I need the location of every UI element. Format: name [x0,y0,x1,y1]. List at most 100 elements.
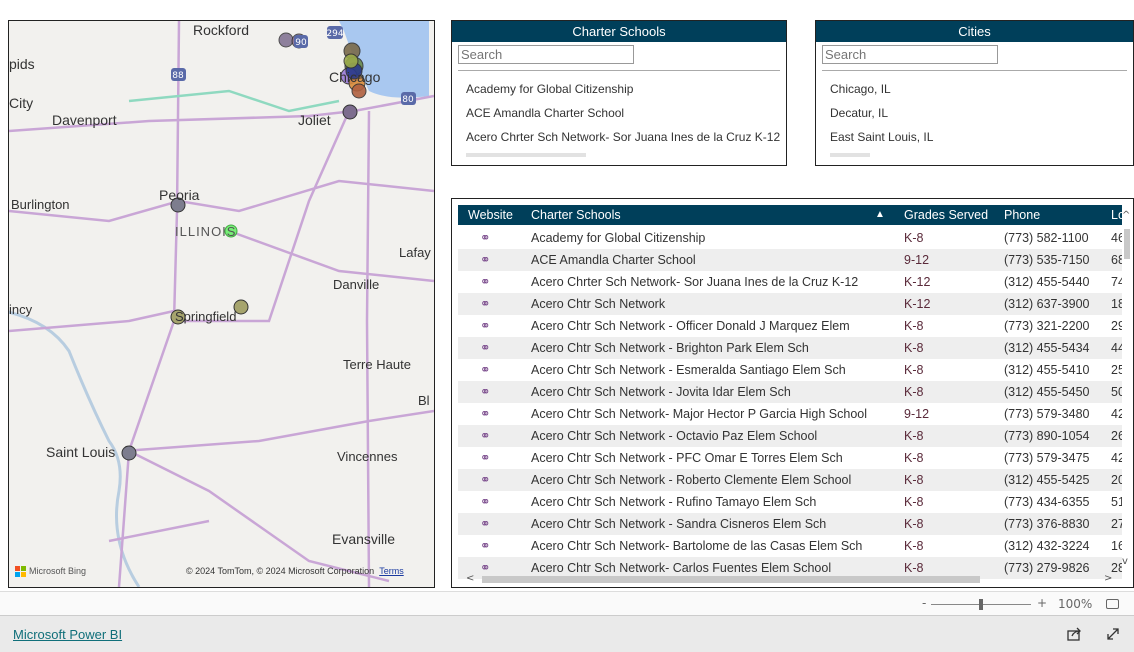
website-link-icon[interactable]: ⚭ [480,227,490,249]
scroll-up-icon[interactable]: ^ [1122,211,1130,221]
cell-location: 26 [1111,429,1122,443]
table-row[interactable]: ⚭ Acero Chtr Sch Network- Major Hector P … [458,403,1122,425]
map-canvas[interactable]: 294 90 88 80 [9,21,434,587]
table-row[interactable]: ⚭ Acero Chtr Sch Network - Sandra Cisnero… [458,513,1122,535]
table-row[interactable]: ⚭ Acero Chtr Sch Network- Bartolome de la… [458,535,1122,557]
fit-to-page-icon[interactable] [1106,599,1119,609]
website-link-icon[interactable]: ⚭ [480,315,490,337]
zoom-in-button[interactable]: + [1037,596,1047,610]
slicer-item[interactable]: Decatur, IL [830,103,933,127]
fullscreen-icon[interactable] [1106,627,1120,641]
cities-slicer: Cities Chicago, IL Decatur, IL East Sain… [815,20,1134,166]
website-link-icon[interactable]: ⚭ [480,249,490,271]
table-row[interactable]: ⚭ Acero Chtr Sch Network - Octavio Paz El… [458,425,1122,447]
slicer-item[interactable]: ACE Amandla Charter School [466,103,780,127]
copyright-text: © 2024 TomTom, © 2024 Microsoft Corporat… [186,566,375,576]
map-label-evansville: Evansville [332,531,396,547]
shield-88: 88 [172,71,184,81]
scroll-down-icon[interactable]: v [1122,557,1128,567]
footer-bar: Microsoft Power BI [0,616,1134,652]
website-link-icon[interactable]: ⚭ [480,425,490,447]
cell-grades: K-8 [904,539,924,553]
zoom-slider-thumb[interactable] [979,599,983,610]
report-page: 294 90 88 80 Rockford pids City Davenpor… [0,0,1134,652]
cell-grades: K-8 [904,495,924,509]
table-row[interactable]: ⚭ Acero Chtr Sch Network - Jovita Idar El… [458,381,1122,403]
website-link-icon[interactable]: ⚭ [480,337,490,359]
bing-label: Microsoft Bing [29,566,87,576]
cell-school: Acero Chtr Sch Network - Sandra Cisneros… [531,517,827,531]
cell-phone: (773) 279-9826 [1004,561,1090,575]
table-row[interactable]: ⚭ Acero Chtr Sch Network - Rufino Tamayo … [458,491,1122,513]
slicer-item-partial[interactable] [466,153,586,157]
map-label-illinois: ILLINOIS [175,224,237,239]
column-header-grades-served[interactable]: Grades Served [904,205,988,225]
table-row[interactable]: ⚭ Acero Chtr Sch Network - Roberto Clemen… [458,469,1122,491]
zoom-out-button[interactable]: - [922,596,926,610]
cell-phone: (312) 455-5410 [1004,363,1090,377]
school-marker[interactable] [121,445,137,461]
cell-school: Acero Chtr Sch Network [531,297,666,311]
table-row[interactable]: ⚭ Acero Chrter Sch Network- Sor Juana Ine… [458,271,1122,293]
table-row[interactable]: ⚭ Acero Chtr Sch Network K-12 (312) 637-390… [458,293,1122,315]
website-link-icon[interactable]: ⚭ [480,381,490,403]
table-row[interactable]: ⚭ Acero Chtr Sch Network - PFC Omar E Tor… [458,447,1122,469]
terms-link[interactable]: Terms [379,566,404,576]
school-marker[interactable] [343,53,359,69]
school-marker[interactable] [342,104,358,120]
table-row[interactable]: ⚭ Academy for Global Citizenship K-8 (773) … [458,227,1122,249]
cell-school: Acero Chtr Sch Network- Bartolome de las… [531,539,863,553]
school-marker[interactable] [351,83,367,99]
website-link-icon[interactable]: ⚭ [480,447,490,469]
website-link-icon[interactable]: ⚭ [480,403,490,425]
slicer-item[interactable]: East Saint Louis, IL [830,127,933,151]
table-row[interactable]: ⚭ ACE Amandla Charter School 9-12 (773) 535… [458,249,1122,271]
website-link-icon[interactable]: ⚭ [480,513,490,535]
cell-location: 68 [1111,253,1122,267]
table-row[interactable]: ⚭ Acero Chtr Sch Network - Brighton Park … [458,337,1122,359]
horizontal-scrollbar[interactable] [482,576,980,583]
cell-phone: (773) 434-6355 [1004,495,1090,509]
cell-grades: K-12 [904,297,931,311]
cell-location: 50 [1111,385,1122,399]
website-link-icon[interactable]: ⚭ [480,469,490,491]
slicer-item[interactable]: Chicago, IL [830,79,933,103]
website-link-icon[interactable]: ⚭ [480,359,490,381]
website-link-icon[interactable]: ⚭ [480,271,490,293]
microsoft-logo-icon [15,565,26,577]
power-bi-link[interactable]: Microsoft Power BI [13,627,122,642]
table-row[interactable]: ⚭ Acero Chtr Sch Network - Officer Donald… [458,315,1122,337]
map-label-lafayette: Lafay [399,245,431,260]
website-link-icon[interactable]: ⚭ [480,491,490,513]
slicer-item-partial[interactable] [830,153,870,157]
column-header-website[interactable]: Website [468,205,513,225]
slicer-item[interactable]: Academy for Global Citizenship [466,79,780,103]
map-label-burlington: Burlington [11,197,70,212]
cell-phone: (312) 455-5450 [1004,385,1090,399]
table-row[interactable]: ⚭ Acero Chtr Sch Network - Esmeralda Sant… [458,359,1122,381]
table-header: Website ▲ Charter Schools Grades Served … [458,205,1125,225]
charter-search-input[interactable] [458,45,634,64]
city-search-input[interactable] [822,45,998,64]
scroll-right-icon[interactable]: > [1104,574,1112,584]
cell-grades: K-8 [904,341,924,355]
charter-schools-table: Website ▲ Charter Schools Grades Served … [451,198,1134,588]
school-marker[interactable] [278,32,294,48]
website-link-icon[interactable]: ⚭ [480,535,490,557]
cell-location: 18 [1111,297,1122,311]
website-link-icon[interactable]: ⚭ [480,293,490,315]
column-header-charter-schools[interactable]: Charter Schools [531,205,621,225]
cell-school: Acero Chtr Sch Network - Brighton Park E… [531,341,809,355]
column-header-phone[interactable]: Phone [1004,205,1040,225]
sort-ascending-icon[interactable]: ▲ [875,205,885,225]
map-visual[interactable]: 294 90 88 80 Rockford pids City Davenpor… [8,20,435,588]
scroll-left-icon[interactable]: < [466,574,474,584]
cell-location: 42 [1111,407,1122,421]
share-icon[interactable] [1067,627,1082,641]
slicer-item[interactable]: Acero Chrter Sch Network- Sor Juana Ines… [466,127,780,151]
slicer-title: Charter Schools [452,21,786,42]
vertical-scrollbar[interactable] [1124,229,1130,259]
cell-grades: K-8 [904,451,924,465]
cell-school: ACE Amandla Charter School [531,253,696,267]
tollway [128,89,340,113]
